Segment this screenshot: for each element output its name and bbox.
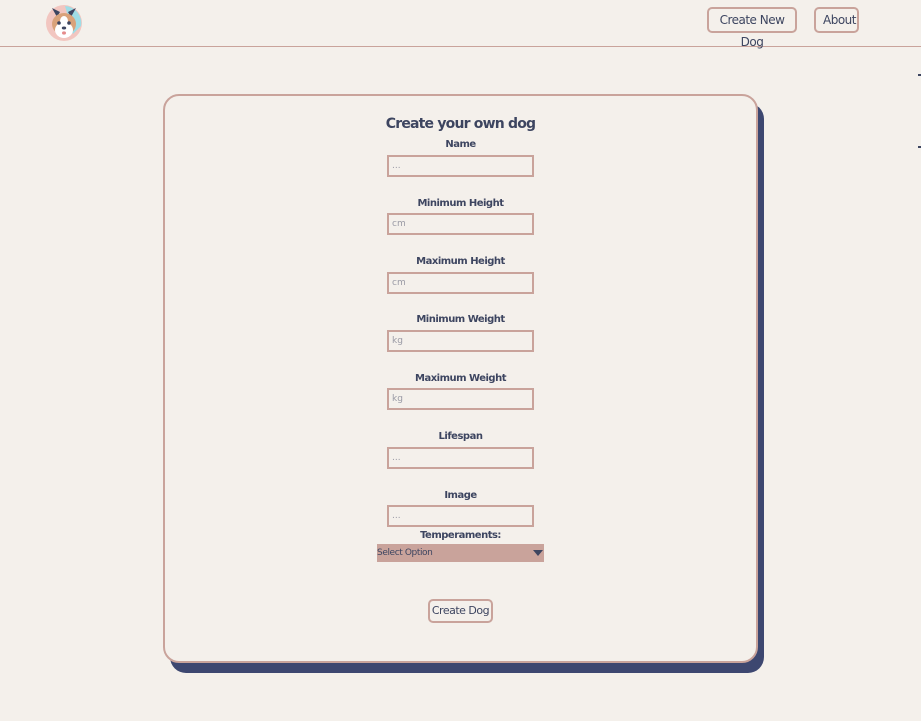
- lifespan-label: Lifespan: [438, 431, 483, 442]
- name-label: Name: [445, 139, 476, 150]
- temperaments-label: Temperaments:: [420, 530, 501, 541]
- lifespan-input[interactable]: [387, 447, 534, 469]
- max-height-input[interactable]: [387, 272, 534, 294]
- max-weight-input[interactable]: [387, 388, 534, 410]
- max-height-label: Maximum Height: [416, 256, 505, 267]
- min-height-input[interactable]: [387, 213, 534, 235]
- min-height-label: Minimum Height: [417, 198, 504, 209]
- temperaments-selected-value: Select Option: [377, 548, 433, 558]
- shiba-dog-logo-icon[interactable]: [45, 4, 83, 42]
- about-nav-button[interactable]: About: [814, 7, 859, 33]
- form-title: Create your own dog: [385, 116, 536, 132]
- image-label: Image: [444, 490, 477, 501]
- top-nav-bar: Create New Dog About: [0, 0, 921, 49]
- min-weight-label: Minimum Weight: [416, 314, 505, 325]
- image-input[interactable]: [387, 505, 534, 527]
- min-weight-input[interactable]: [387, 330, 534, 352]
- create-new-dog-nav-button[interactable]: Create New Dog: [707, 7, 797, 49]
- temperaments-select[interactable]: Select Option: [377, 544, 544, 562]
- max-weight-label: Maximum Weight: [415, 373, 506, 384]
- dropdown-arrow-icon: [533, 550, 543, 556]
- name-input[interactable]: [387, 155, 534, 177]
- create-dog-button[interactable]: Create Dog: [428, 599, 493, 623]
